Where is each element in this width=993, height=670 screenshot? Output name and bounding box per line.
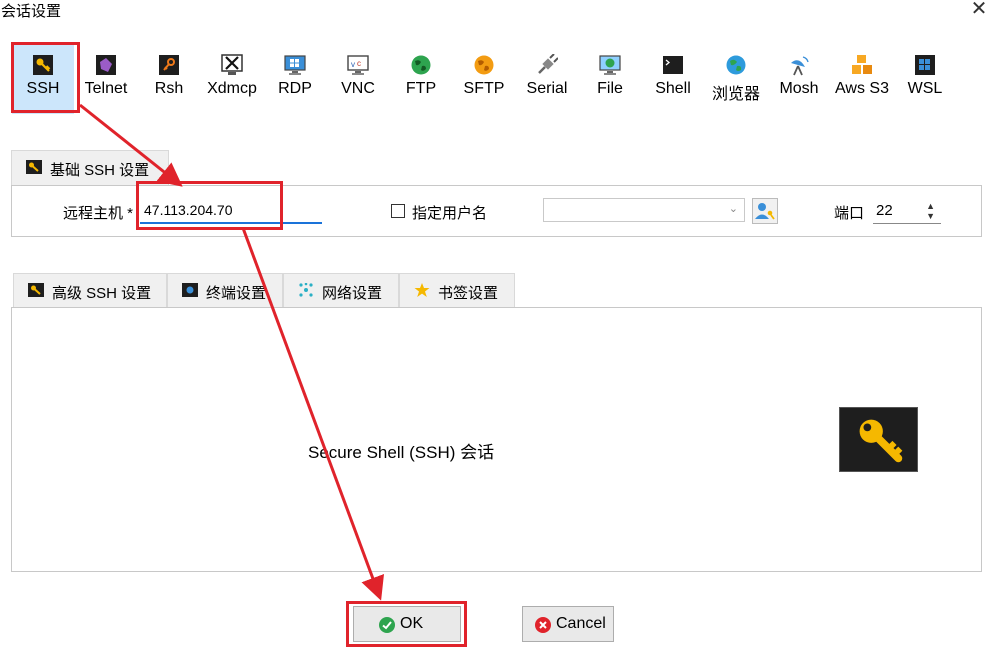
cancel-x-icon	[535, 617, 551, 633]
cancel-button[interactable]: Cancel	[522, 606, 614, 642]
protocol-rsh[interactable]: Rsh	[138, 44, 200, 114]
browser-globe-icon	[726, 55, 746, 75]
advanced-settings-panel	[11, 307, 982, 572]
file-monitor-icon	[599, 55, 621, 75]
spin-up-icon[interactable]: ▲	[926, 201, 935, 211]
protocol-sftp[interactable]: SFTP	[453, 44, 515, 114]
protocol-wsl[interactable]: WSL	[894, 44, 956, 114]
tab-label: 网络设置	[322, 285, 383, 302]
spin-down-icon[interactable]: ▼	[926, 211, 935, 221]
close-icon[interactable]: ✕	[968, 0, 990, 20]
protocol-serial[interactable]: Serial	[516, 44, 578, 114]
star-icon	[414, 283, 430, 297]
remote-host-input[interactable]	[140, 198, 322, 224]
aws-s3-cubes-icon	[852, 55, 872, 74]
specify-username-label: 指定用户名	[412, 205, 488, 222]
tab-basic-ssh-settings[interactable]: 基础 SSH 设置	[11, 150, 169, 186]
key-icon	[26, 160, 42, 174]
shell-terminal-icon	[663, 56, 683, 74]
chevron-down-icon: ⌄	[728, 203, 738, 215]
wsl-windows-icon	[915, 55, 935, 75]
rsh-icon	[159, 55, 179, 75]
sftp-globe-icon	[474, 55, 494, 75]
protocol-ssh[interactable]: SSH	[12, 44, 74, 114]
tab-label: 终端设置	[206, 285, 267, 302]
window-title: 会话设置	[1, 3, 62, 20]
protocol-xdmcp[interactable]: Xdmcp	[201, 44, 263, 114]
user-credentials-button[interactable]	[752, 198, 778, 224]
protocol-label: WSL	[907, 80, 943, 97]
tab-label: 书签设置	[438, 285, 499, 302]
protocol-ftp[interactable]: FTP	[390, 44, 452, 114]
protocol-mosh[interactable]: Mosh	[768, 44, 830, 114]
tab-label: 基础 SSH 设置	[50, 162, 150, 179]
rdp-monitor-icon	[284, 55, 306, 75]
svg-text:c: c	[357, 59, 361, 68]
svg-text:v: v	[351, 60, 355, 69]
xdmcp-icon	[221, 54, 243, 75]
username-combobox[interactable]: ⌄	[543, 198, 745, 222]
tab-advanced-ssh-settings[interactable]: 高级 SSH 设置	[13, 273, 167, 307]
serial-plug-icon	[538, 54, 558, 74]
protocol-vnc[interactable]: v c VNC	[327, 44, 389, 114]
protocol-aws-s3[interactable]: Aws S3	[831, 44, 893, 114]
ftp-globe-icon	[411, 55, 431, 75]
tab-terminal-settings[interactable]: 终端设置	[167, 273, 283, 307]
protocol-file[interactable]: File	[579, 44, 641, 114]
tab-bookmark-settings[interactable]: 书签设置	[399, 273, 515, 307]
tab-label: 高级 SSH 设置	[52, 285, 152, 302]
protocol-rdp[interactable]: RDP	[264, 44, 326, 114]
user-key-icon	[755, 203, 775, 220]
tab-network-settings[interactable]: 网络设置	[283, 273, 399, 307]
remote-host-label: 远程主机 *	[63, 205, 134, 222]
ssh-key-icon	[33, 55, 53, 75]
telnet-icon	[96, 55, 116, 75]
cancel-label: Cancel	[556, 615, 606, 632]
network-icon	[299, 283, 313, 297]
specify-username-checkbox[interactable]	[391, 204, 405, 218]
ok-button[interactable]: OK	[353, 606, 461, 642]
protocol-telnet[interactable]: Telnet	[75, 44, 137, 114]
check-icon	[379, 617, 395, 633]
key-icon	[28, 283, 44, 297]
mosh-antenna-icon	[791, 56, 809, 76]
port-value: 22	[876, 202, 893, 219]
session-description: Secure Shell (SSH) 会话	[308, 443, 495, 462]
vnc-monitor-icon: v c	[347, 55, 369, 75]
ok-label: OK	[400, 615, 424, 632]
port-spinbox[interactable]: 22 ▲ ▼	[873, 198, 941, 224]
terminal-icon	[182, 283, 198, 297]
protocol-browser[interactable]: 浏览器	[705, 44, 767, 114]
port-label: 端口	[834, 205, 865, 222]
ssh-key-large-icon	[839, 407, 918, 472]
